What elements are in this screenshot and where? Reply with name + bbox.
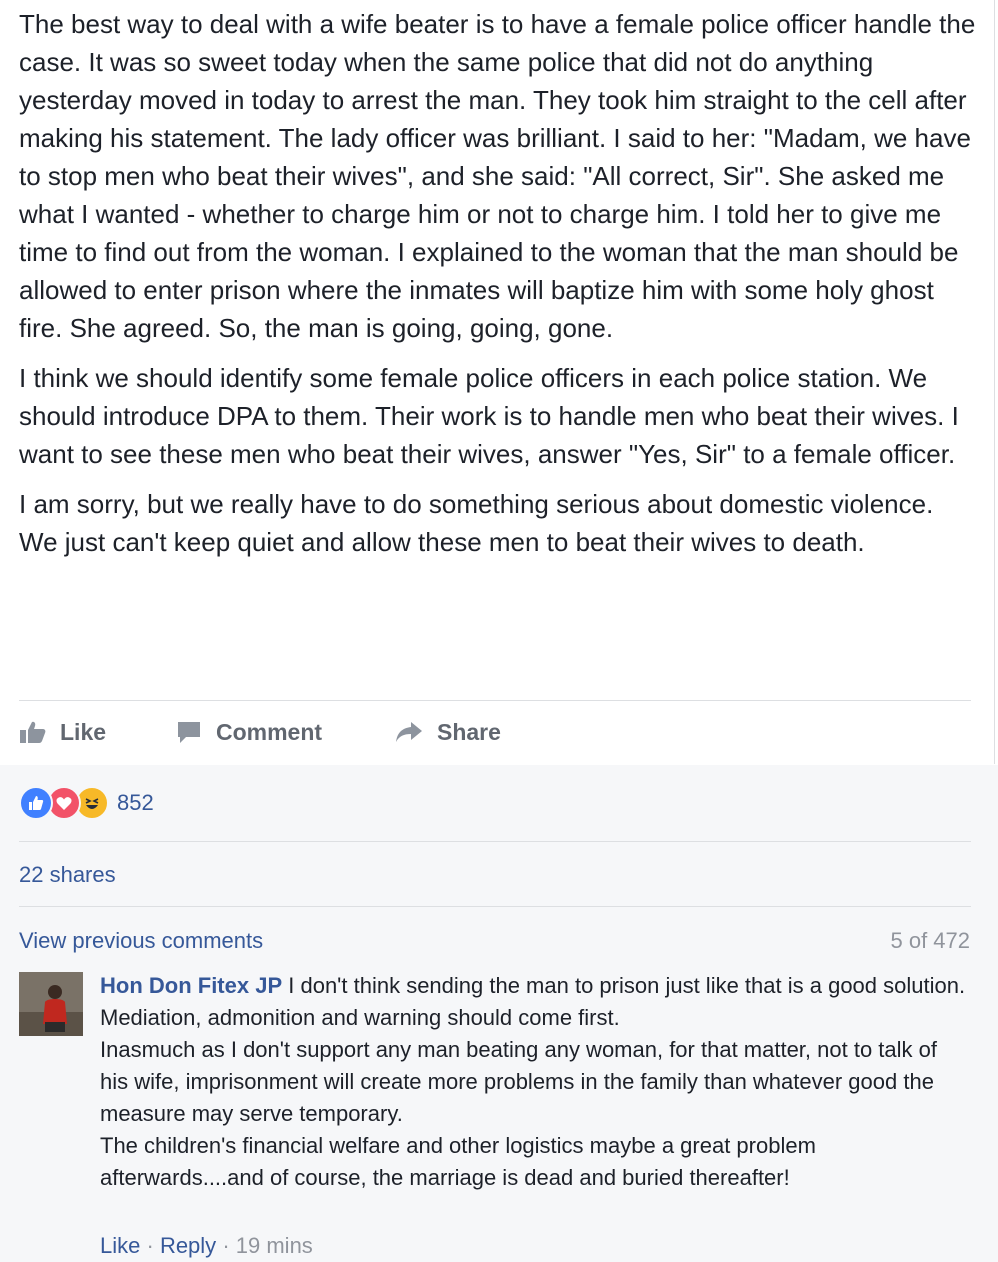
post-action-bar: Like Comment Share — [19, 712, 979, 752]
reactions-summary[interactable]: 852 — [19, 786, 154, 820]
thumbs-up-icon — [20, 721, 46, 743]
feedback-section: 852 22 shares View previous comments 5 o… — [0, 765, 998, 1262]
comment-author[interactable]: Hon Don Fitex JP — [100, 973, 282, 998]
reaction-count: 852 — [117, 790, 154, 815]
comment-line-2: Mediation, admonition and warning should… — [100, 1005, 620, 1030]
shares-link[interactable]: 22 shares — [19, 862, 116, 888]
post-paragraph-3: I am sorry, but we really have to do som… — [19, 489, 934, 557]
like-reaction-icon — [19, 786, 53, 820]
avatar[interactable] — [19, 972, 83, 1036]
view-previous-comments-link[interactable]: View previous comments — [19, 928, 263, 954]
comment-button[interactable]: Comment — [176, 712, 322, 752]
post-card: The best way to deal with a wife beater … — [0, 0, 995, 764]
feedback-divider — [19, 841, 971, 842]
separator: · — [222, 1233, 230, 1258]
share-label: Share — [437, 718, 501, 745]
comment-body: Hon Don Fitex JP I don't think sending t… — [100, 970, 970, 1194]
like-label: Like — [60, 718, 107, 745]
comment-paging: 5 of 472 — [890, 928, 970, 953]
share-button[interactable]: Share — [395, 712, 501, 752]
like-button[interactable]: Like — [19, 712, 106, 752]
comment-line-4: The children's financial welfare and oth… — [100, 1133, 816, 1190]
comment-like-link[interactable]: Like — [100, 1233, 140, 1258]
feedback-divider — [19, 906, 971, 907]
post-paragraph-1: The best way to deal with a wife beater … — [19, 9, 976, 343]
post-paragraph-2: I think we should identify some female p… — [19, 363, 959, 469]
comment-timestamp: 19 mins — [235, 1233, 313, 1258]
comment-reply-link[interactable]: Reply — [160, 1233, 216, 1258]
comment-label: Comment — [216, 718, 323, 745]
comment-line-1: I don't think sending the man to prison … — [288, 973, 966, 998]
comment-meta: Like · Reply · 19 mins — [100, 1233, 313, 1259]
post-divider — [19, 700, 971, 701]
comment-line-3: Inasmuch as I don't support any man beat… — [100, 1037, 937, 1126]
speech-bubble-icon — [178, 722, 200, 743]
separator: · — [146, 1233, 154, 1258]
share-arrow-icon — [396, 722, 422, 742]
post-text: The best way to deal with a wife beater … — [19, 5, 979, 573]
